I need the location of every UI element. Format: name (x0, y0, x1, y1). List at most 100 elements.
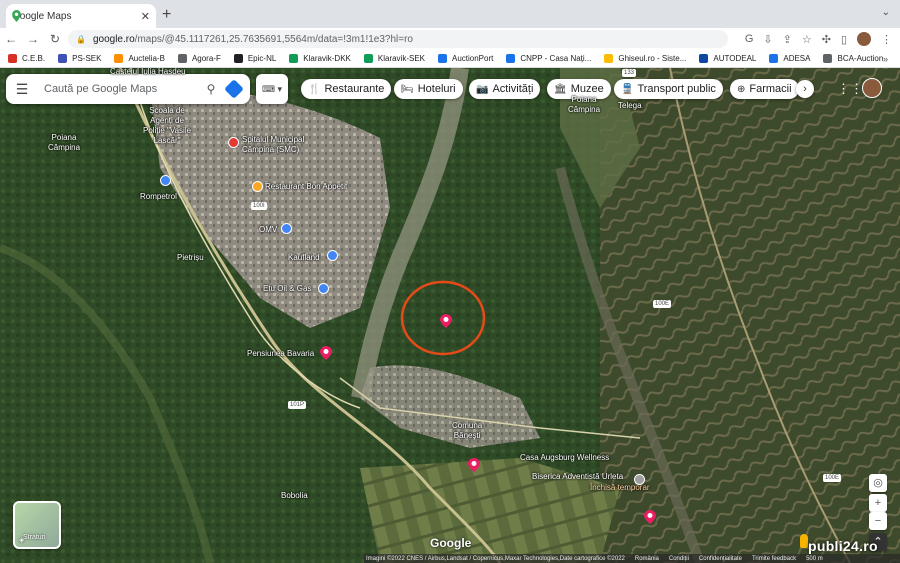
church-icon[interactable] (634, 474, 645, 485)
layers-button[interactable]: ◈ Straturi (13, 501, 61, 549)
search-icon[interactable]: ⚲ (198, 82, 224, 96)
place-casa[interactable]: Casa Augsburg Wellness (520, 453, 609, 463)
place-pensiunea[interactable]: Pensiunea Bavaria (247, 349, 314, 359)
watermark: publi24.ro (808, 538, 878, 554)
place-poiana-right[interactable]: Poiana Câmpina (568, 95, 600, 115)
pegman-icon[interactable] (800, 534, 808, 548)
place-etu[interactable]: Etu Oil & Gas (263, 284, 311, 294)
browser-profile-avatar[interactable] (857, 32, 871, 46)
place-rompetrol[interactable]: Rompetrol (140, 192, 177, 202)
bookmark-label: Ghiseul.ro - Siste... (618, 54, 687, 63)
browser-menu-icon[interactable]: ⋮ (881, 33, 892, 46)
bookmark-item[interactable]: AUTODEAL (699, 54, 756, 63)
road-shield-100i: 100I (251, 202, 267, 210)
hotel-pin-icon[interactable] (320, 346, 332, 360)
tab-google-maps[interactable]: Google Maps ✕ (6, 4, 156, 28)
gas-station-icon-3[interactable] (160, 175, 171, 186)
new-tab-button[interactable]: + (162, 6, 171, 24)
bookmark-item[interactable]: Ghiseul.ro - Siste... (604, 54, 686, 63)
place-kaufland[interactable]: Kaufland (288, 253, 320, 263)
bookmark-label: CNPP - Casa Nați... (520, 54, 592, 63)
gas-station-icon-2[interactable] (318, 283, 329, 294)
attribution-item[interactable]: Condiții (669, 556, 689, 562)
zoom-out-button[interactable]: − (869, 512, 887, 530)
chip-restaurante[interactable]: 🍴 Restaurante (301, 79, 392, 99)
chip-label: Activități (492, 83, 534, 95)
chips-next-button[interactable]: › (796, 80, 814, 98)
chip-activit-i[interactable]: 📷 Activități (469, 79, 541, 99)
place-telega[interactable]: Telega (618, 101, 642, 111)
tab-strip: Google Maps ✕ + ⌄ (0, 0, 900, 28)
place-banesti[interactable]: Comuna Bănești (452, 421, 482, 441)
search-input[interactable]: Caută pe Google Maps (38, 83, 198, 95)
lock-icon: 🔒 (76, 34, 86, 44)
chip-category-icon: 🏛 (554, 83, 567, 95)
place-castelul[interactable]: Castelul Iulia Hasdeu (110, 68, 186, 77)
extensions-icon[interactable]: ✣ (822, 33, 831, 46)
close-tab-icon[interactable]: ✕ (141, 10, 150, 23)
keyboard-icon: ⌨ ▾ (261, 83, 282, 94)
bookmark-favicon-icon (363, 54, 373, 63)
zoom-in-button[interactable]: + (869, 494, 887, 512)
bookmarks-bar: C.E.B. PS-SEK Auctelia-B Agora-F Epic-NL Klar… (0, 50, 900, 68)
bookmark-favicon-icon (177, 54, 187, 63)
bookmark-item[interactable]: Auctelia-B (114, 54, 165, 63)
install-icon[interactable]: ⇩ (763, 33, 772, 46)
bookmark-item[interactable]: C.E.B. (8, 54, 45, 63)
place-biserica[interactable]: Biserica Adventistă Urleta (532, 472, 623, 482)
pin-icon-4[interactable] (644, 510, 656, 524)
url-host: google.ro (92, 33, 135, 45)
bookmark-item[interactable]: Klaravik-DKK (289, 54, 351, 63)
casa-pin-icon[interactable] (468, 458, 480, 472)
google-lens-icon[interactable]: G (745, 33, 754, 45)
place-bobolia[interactable]: Bobolia (281, 491, 308, 501)
bookmarks-more-icon[interactable]: » (883, 54, 888, 64)
bookmark-star-icon[interactable]: ☆ (802, 33, 812, 46)
shopping-icon[interactable] (327, 250, 338, 261)
forward-icon[interactable]: → (22, 32, 44, 46)
place-spital[interactable]: Spitalul Municipal Câmpina (SMC) (242, 135, 304, 155)
attribution-item[interactable]: România (635, 556, 659, 562)
gas-station-icon[interactable] (281, 223, 292, 234)
chip-label: Muzee (570, 83, 604, 95)
place-pietrisu[interactable]: Pietrișu (177, 253, 204, 263)
search-box[interactable]: ☰ Caută pe Google Maps ⚲ (6, 74, 250, 104)
place-restaurant[interactable]: Restaurant Bon Appetit (265, 182, 347, 192)
map-canvas[interactable]: ☰ Caută pe Google Maps ⚲ ⌨ ▾ 🍴 Restaurant… (0, 68, 900, 563)
chip-category-icon: 🚆 (621, 83, 634, 95)
bookmark-favicon-icon (604, 54, 614, 63)
my-location-button[interactable]: ◎ (869, 474, 887, 492)
bookmark-item[interactable]: Epic-NL (233, 54, 276, 63)
attribution-item[interactable]: Confidențialitate (699, 556, 742, 562)
back-icon[interactable]: ← (0, 32, 22, 46)
bookmark-item[interactable]: ADESA (769, 54, 810, 63)
chip-hoteluri[interactable]: 🛏 Hoteluri (394, 79, 463, 99)
bookmark-item[interactable]: Klaravik-SEK (363, 54, 425, 63)
bookmark-label: AUTODEAL (713, 54, 757, 63)
user-avatar[interactable] (862, 78, 882, 98)
url-field[interactable]: 🔒 google.ro/maps/@45.1117261,25.7635691,… (68, 30, 728, 48)
place-poiana-left[interactable]: Poiana Câmpina (48, 133, 80, 153)
share-icon[interactable]: ⇪ (783, 33, 792, 46)
chip-farmacii[interactable]: ⊕ Farmacii (730, 79, 799, 99)
selected-pin-icon[interactable] (440, 314, 452, 328)
bookmark-item[interactable]: Agora-F (177, 54, 221, 63)
restaurant-icon[interactable] (252, 181, 263, 192)
bookmark-item[interactable]: BCA-Auction (823, 54, 883, 63)
sidebar-icon[interactable]: ▯ (841, 33, 847, 46)
tab-search-icon[interactable]: ⌄ (882, 7, 890, 18)
bookmark-favicon-icon (438, 54, 447, 63)
menu-icon[interactable]: ☰ (6, 81, 38, 98)
place-omv[interactable]: OMV (259, 225, 277, 235)
bookmark-item[interactable]: AuctionPort (438, 54, 493, 63)
reload-icon[interactable]: ↻ (44, 32, 66, 46)
attribution-item[interactable]: Trimite feedback (752, 556, 796, 562)
road-shield-100e: 100E (653, 300, 672, 308)
place-scoala[interactable]: Școala de Agenți de Poliție "Vasile Lasc… (143, 106, 191, 146)
chip-transport-public[interactable]: 🚆 Transport public (614, 79, 723, 99)
bookmark-item[interactable]: CNPP - Casa Nați... (506, 54, 591, 63)
hospital-icon[interactable] (228, 137, 239, 148)
input-tools-button[interactable]: ⌨ ▾ (256, 74, 288, 104)
directions-icon[interactable] (224, 79, 244, 99)
bookmark-item[interactable]: PS-SEK (58, 54, 101, 63)
